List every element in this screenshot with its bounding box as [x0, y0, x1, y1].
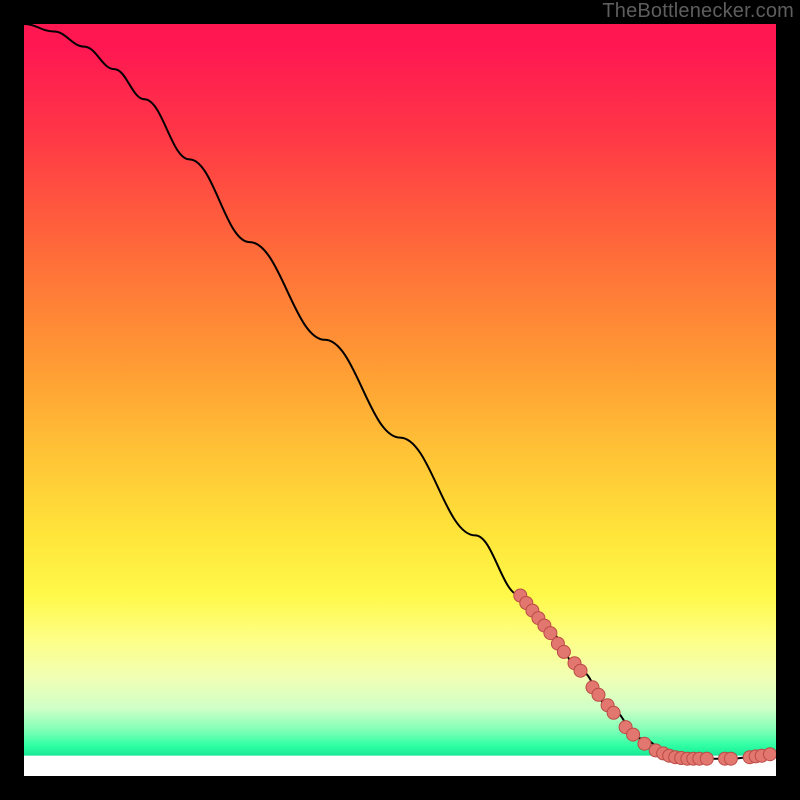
plot-area: [24, 24, 776, 776]
data-dot: [557, 645, 570, 658]
data-dot: [627, 728, 640, 741]
data-dot: [574, 664, 587, 677]
watermark-label: TheBottlenecker.com: [602, 0, 794, 23]
bottleneck-curve: [24, 24, 776, 759]
data-dot: [607, 706, 620, 719]
data-dot: [638, 737, 651, 750]
chart-stage: TheBottlenecker.com: [0, 0, 800, 800]
data-dot: [592, 688, 605, 701]
data-dot: [700, 752, 713, 765]
data-dot: [724, 752, 737, 765]
data-dots-group: [514, 589, 776, 765]
chart-overlay-svg: [24, 24, 776, 776]
data-dot: [764, 748, 777, 761]
